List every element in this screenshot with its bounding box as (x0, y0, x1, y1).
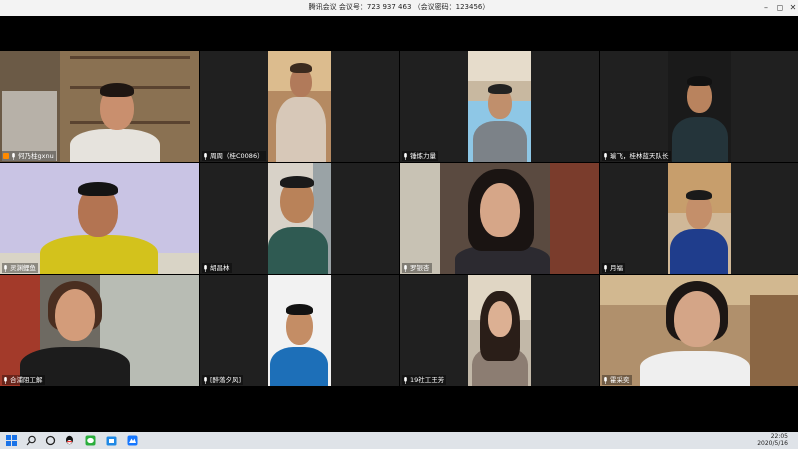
participant-video (268, 163, 331, 274)
participant-video (400, 163, 599, 274)
microphone-icon (204, 152, 207, 160)
participant-video (668, 163, 731, 274)
participant-video (468, 275, 531, 386)
taskbar: 22:05 2020/5/16 (0, 432, 798, 449)
participant-label: 罗银杏 (402, 263, 432, 273)
participant-tile[interactable]: 瑜飞，桂林蓝天队长 (600, 51, 798, 162)
participant-tile[interactable]: 19社工王芳 (400, 275, 599, 386)
participant-label: 灵渊鲤鱼 (2, 263, 38, 273)
close-icon[interactable]: ✕ (787, 2, 798, 13)
participant-label: 胡昌林 (202, 263, 232, 273)
participant-video (468, 51, 531, 162)
participant-tile[interactable]: 月福 (600, 163, 798, 274)
participant-tile[interactable]: 锤炼力量 (400, 51, 599, 162)
participant-tile[interactable]: 合浦阻工解 (0, 275, 199, 386)
participant-tile[interactable]: [醉落夕风] (200, 275, 399, 386)
search-icon[interactable] (26, 435, 37, 446)
clock-time: 22:05 (770, 433, 788, 440)
task-view-icon[interactable] (45, 435, 56, 446)
participant-video (0, 163, 199, 274)
title-bar: 腾讯会议 会议号：723 937 463 （会议密码：123456） – ◻ ✕ (0, 0, 798, 16)
microphone-icon (4, 264, 7, 272)
microphone-icon (204, 376, 207, 384)
wechat-icon[interactable] (85, 435, 96, 446)
participant-tile[interactable]: 灵渊鲤鱼 (0, 163, 199, 274)
participant-tile[interactable]: 何乃柱gxnu (0, 51, 199, 162)
microphone-icon (4, 376, 7, 384)
participant-label: 19社工王芳 (402, 375, 447, 385)
microphone-icon (404, 376, 407, 384)
participant-label: [醉落夕风] (202, 375, 244, 385)
microphone-icon (604, 264, 607, 272)
participant-video (0, 275, 199, 386)
participant-video (600, 275, 798, 386)
participant-tile[interactable]: 胡昌林 (200, 163, 399, 274)
participant-video (268, 51, 331, 162)
participant-tile[interactable]: 罗银杏 (400, 163, 599, 274)
participant-label: 何乃柱gxnu (2, 151, 56, 161)
participant-label: 月福 (602, 263, 625, 273)
participant-label: 锤炼力量 (402, 151, 438, 161)
participant-label: 霍采奕 (602, 375, 632, 385)
participant-label: 瑜飞，桂林蓝天队长 (602, 151, 671, 161)
participant-tile[interactable]: 周周（桂C0086） (200, 51, 399, 162)
window-title: 腾讯会议 会议号：723 937 463 （会议密码：123456） (308, 3, 490, 11)
host-icon (3, 153, 9, 159)
participant-label: 合浦阻工解 (2, 375, 45, 385)
microphone-icon (604, 376, 607, 384)
microphone-icon (404, 152, 407, 160)
participant-video (0, 51, 199, 162)
clock-date: 2020/5/16 (757, 440, 788, 447)
participant-tile[interactable]: 霍采奕 (600, 275, 798, 386)
system-clock[interactable]: 22:05 2020/5/16 (757, 433, 788, 447)
qq-icon[interactable] (64, 435, 75, 446)
microphone-icon (404, 264, 407, 272)
microphone-icon (204, 264, 207, 272)
microphone-icon (12, 152, 15, 160)
maximize-icon[interactable]: ◻ (774, 2, 786, 13)
participant-video (268, 275, 331, 386)
minimize-icon[interactable]: – (760, 2, 772, 13)
video-grid: 何乃柱gxnu 周周（桂C0086） 锤炼力量 瑜飞，桂林蓝天队长 灵渊鲤鱼 胡… (0, 16, 798, 432)
windows-start-icon[interactable] (6, 435, 17, 446)
store-icon[interactable] (106, 435, 117, 446)
participant-label: 周周（桂C0086） (202, 151, 266, 161)
meeting-icon[interactable] (127, 435, 138, 446)
participant-video (668, 51, 731, 162)
microphone-icon (604, 152, 607, 160)
